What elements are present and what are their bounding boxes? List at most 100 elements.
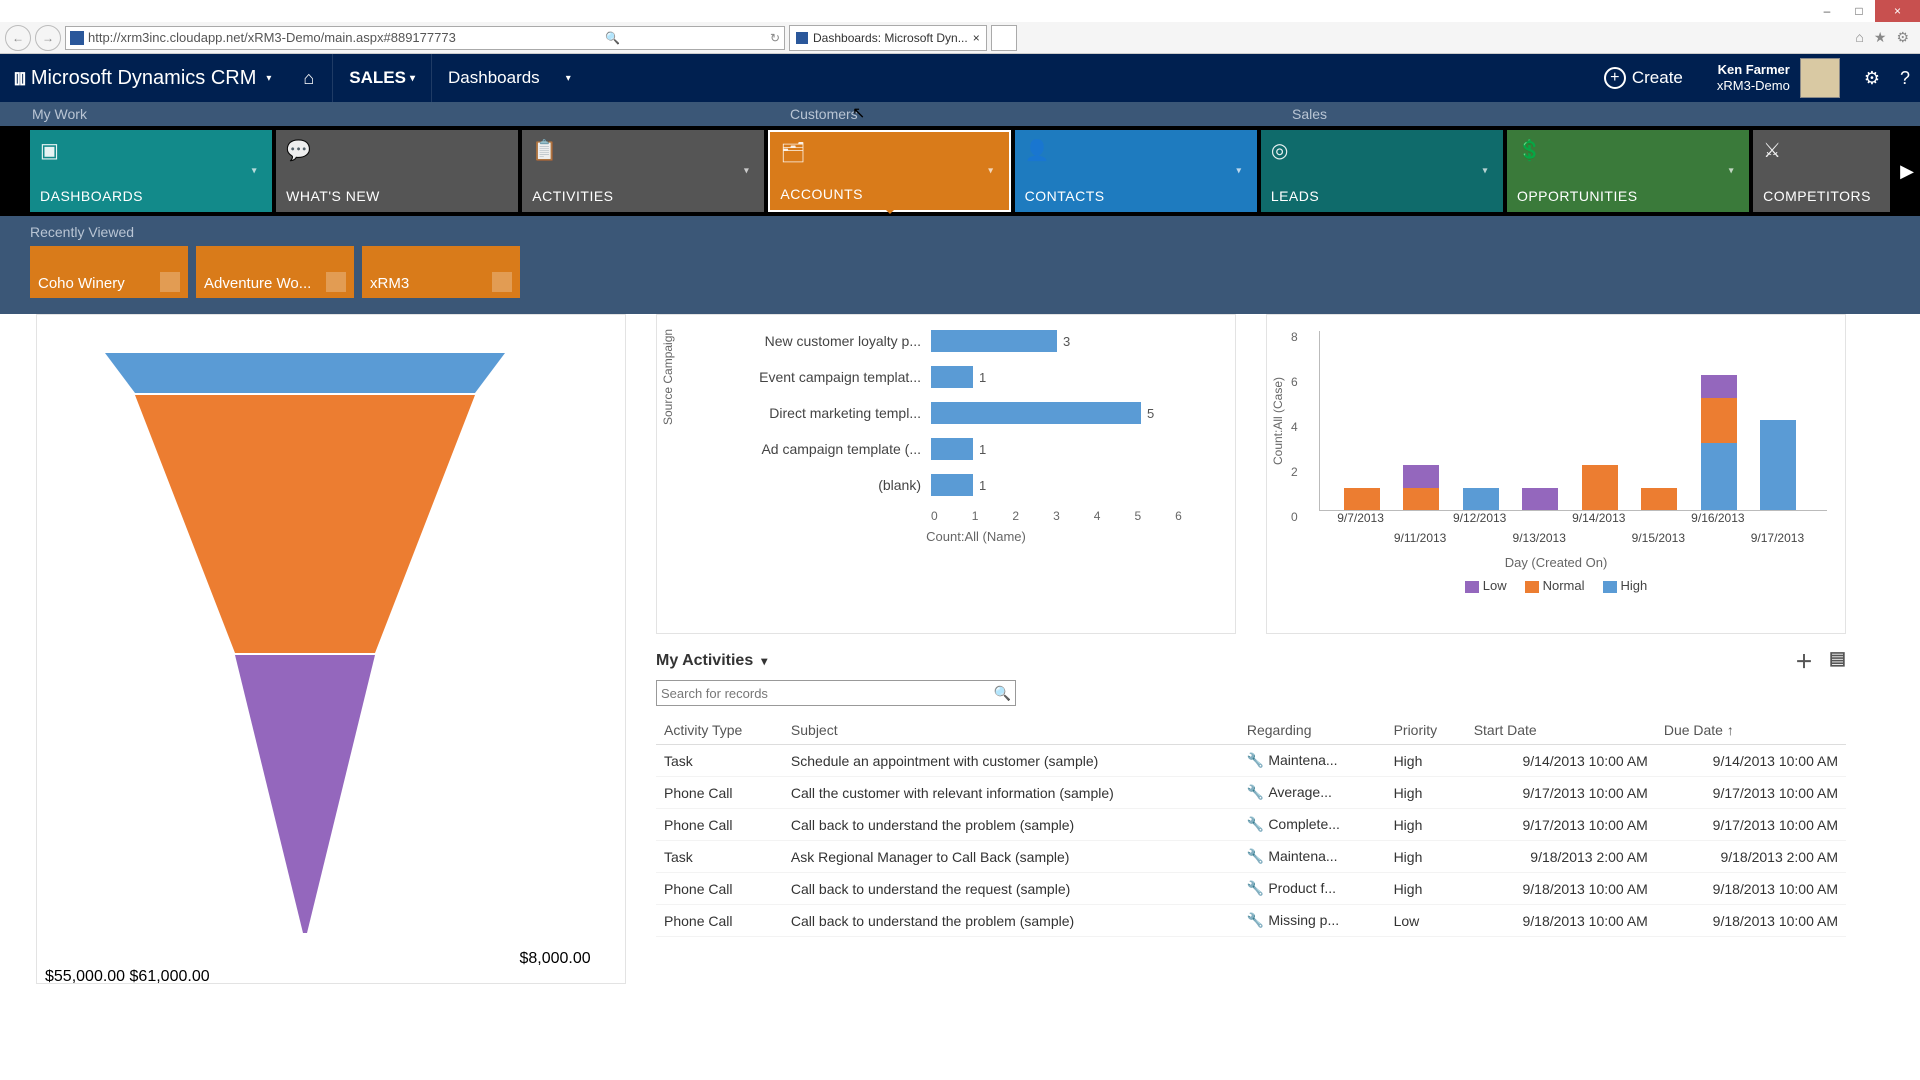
chevron-down-icon[interactable]: ▾ (556, 73, 581, 84)
versus-icon: ⚔ (1763, 138, 1880, 163)
browser-new-tab[interactable] (991, 25, 1017, 51)
column (1641, 488, 1677, 511)
col-xlabel: Day (Created On) (1275, 555, 1837, 570)
column (1522, 488, 1558, 511)
tab-title: Dashboards: Microsoft Dyn... (813, 31, 968, 45)
folder-icon (326, 272, 346, 292)
window-minimize[interactable]: – (1811, 0, 1843, 22)
browser-tools: ⌂ ★ ⚙ (1855, 29, 1915, 46)
create-label: Create (1632, 68, 1683, 88)
money-icon: 💲 (1517, 138, 1739, 163)
hbar-row: New customer loyalty p... 3 (715, 323, 1227, 359)
funnel-label-3: $61,000.00 (130, 968, 210, 985)
table-row[interactable]: Phone Call Call back to understand the r… (656, 873, 1846, 905)
grid-view-icon[interactable]: ▤ (1829, 648, 1846, 674)
tile-dashboards[interactable]: ▣DASHBOARDS▾ (30, 130, 272, 212)
wrench-icon: 🔧 (1247, 880, 1264, 896)
create-button[interactable]: + Create (1584, 67, 1703, 89)
cases-column-chart[interactable]: 02468 Count:All (Case) 9/7/20139/11/2013… (1266, 314, 1846, 634)
recent-tile-0[interactable]: Coho Winery (30, 246, 188, 298)
column (1582, 465, 1618, 510)
brand-text: Microsoft Dynamics CRM (31, 67, 257, 90)
tile-contacts[interactable]: 👤CONTACTS▾ (1015, 130, 1257, 212)
activities-title[interactable]: My Activities (656, 652, 753, 670)
refresh-icon[interactable]: ↻ (770, 31, 780, 45)
group-customers: Customers (790, 106, 858, 122)
dashboard-icon: ▣ (40, 138, 262, 163)
folder-icon (160, 272, 180, 292)
window-close[interactable]: × (1875, 0, 1920, 22)
activities-grid[interactable]: Activity TypeSubjectRegardingPrioritySta… (656, 716, 1846, 937)
user-org: xRM3-Demo (1717, 78, 1790, 94)
table-row[interactable]: Task Ask Regional Manager to Call Back (… (656, 841, 1846, 873)
chat-icon: 💬 (286, 138, 508, 163)
grid-col-3[interactable]: Priority (1386, 716, 1466, 745)
crm-navbar: ⫾⫾ Microsoft Dynamics CRM ▾ ⌂ SALES ▾ Da… (0, 54, 1920, 102)
tile-leads[interactable]: ◎LEADS▾ (1261, 130, 1503, 212)
legend-item: Normal (1525, 578, 1585, 593)
nav-subarea-dashboards[interactable]: Dashboards (432, 54, 556, 102)
folder-icon (492, 272, 512, 292)
chevron-down-icon[interactable]: ▾ (981, 166, 1001, 177)
user-name: Ken Farmer (1717, 62, 1790, 78)
browser-tab[interactable]: Dashboards: Microsoft Dyn... × (789, 25, 987, 51)
browser-back[interactable]: ← (5, 25, 31, 51)
activities-search[interactable]: Search for records 🔍 (656, 680, 1016, 706)
search-icon[interactable]: 🔍 (605, 31, 620, 45)
address-bar[interactable]: http://xrm3inc.cloudapp.net/xRM3-Demo/ma… (65, 26, 785, 50)
tile-accounts[interactable]: 🗂ACCOUNTS▾ (768, 130, 1010, 212)
browser-forward[interactable]: → (35, 25, 61, 51)
tile-opportunities[interactable]: 💲OPPORTUNITIES▾ (1507, 130, 1749, 212)
tab-close-icon[interactable]: × (973, 31, 980, 45)
favorites-icon[interactable]: ★ (1874, 29, 1887, 46)
hbar-xlabel: Count:All (Name) (725, 529, 1227, 544)
column (1403, 465, 1439, 510)
nav-area-sales[interactable]: SALES ▾ (332, 54, 432, 102)
grid-col-2[interactable]: Regarding (1239, 716, 1386, 745)
add-record-icon[interactable]: ＋ (1795, 648, 1813, 674)
favicon-icon (70, 31, 84, 45)
grid-col-0[interactable]: Activity Type (656, 716, 783, 745)
user-menu[interactable]: Ken Farmer xRM3-Demo (1703, 58, 1854, 98)
table-row[interactable]: Phone Call Call back to understand the p… (656, 905, 1846, 937)
grid-col-1[interactable]: Subject (783, 716, 1239, 745)
search-icon[interactable]: 🔍 (994, 685, 1011, 702)
column (1463, 488, 1499, 511)
table-row[interactable]: Task Schedule an appointment with custom… (656, 745, 1846, 777)
recent-tile-2[interactable]: xRM3 (362, 246, 520, 298)
browser-toolbar: ← → http://xrm3inc.cloudapp.net/xRM3-Dem… (0, 22, 1920, 54)
group-my-work: My Work (32, 106, 87, 122)
tile-whats-new[interactable]: 💬WHAT'S NEW (276, 130, 518, 212)
chevron-down-icon[interactable]: ▾ (1229, 166, 1249, 177)
home-icon[interactable]: ⌂ (1855, 29, 1863, 46)
table-row[interactable]: Phone Call Call the customer with releva… (656, 777, 1846, 809)
chevron-down-icon[interactable]: ▾ (1721, 166, 1741, 177)
funnel-svg (85, 343, 515, 963)
home-button[interactable]: ⌂ (285, 68, 332, 89)
tiles-scroll-right[interactable]: ▶ (1896, 126, 1918, 216)
settings-icon[interactable]: ⚙ (1854, 68, 1890, 89)
chevron-down-icon[interactable]: ▾ (244, 166, 264, 177)
col-ylabel: Count:All (Case) (1271, 377, 1285, 465)
recent-header: Recently Viewed (30, 224, 1890, 240)
my-activities-section: My Activities ▾ ＋ ▤ Search for records 🔍… (656, 648, 1846, 937)
hbar-row: Direct marketing templ... 5 (715, 395, 1227, 431)
help-icon[interactable]: ? (1890, 68, 1920, 89)
recent-tile-1[interactable]: Adventure Wo... (196, 246, 354, 298)
table-row[interactable]: Phone Call Call back to understand the p… (656, 809, 1846, 841)
clipboard-icon: 📋 (532, 138, 754, 163)
chevron-down-icon[interactable]: ▾ (736, 166, 756, 177)
chevron-down-icon[interactable]: ▾ (761, 654, 767, 668)
window-maximize[interactable]: □ (1843, 0, 1875, 22)
tile-competitors[interactable]: ⚔COMPETITORS (1753, 130, 1890, 212)
grid-col-4[interactable]: Start Date (1466, 716, 1656, 745)
tile-activities[interactable]: 📋ACTIVITIES▾ (522, 130, 764, 212)
tools-icon[interactable]: ⚙ (1896, 29, 1909, 46)
grid-col-5[interactable]: Due Date (1656, 716, 1846, 745)
crm-brand[interactable]: ⫾⫾ Microsoft Dynamics CRM ▾ (0, 67, 285, 90)
column (1701, 375, 1737, 510)
funnel-chart[interactable]: $8,000.00 $55,000.00 $61,000.00 (36, 314, 626, 984)
campaign-bar-chart[interactable]: Source Campaign New customer loyalty p..… (656, 314, 1236, 634)
chevron-down-icon[interactable]: ▾ (1475, 166, 1495, 177)
column (1760, 420, 1796, 510)
